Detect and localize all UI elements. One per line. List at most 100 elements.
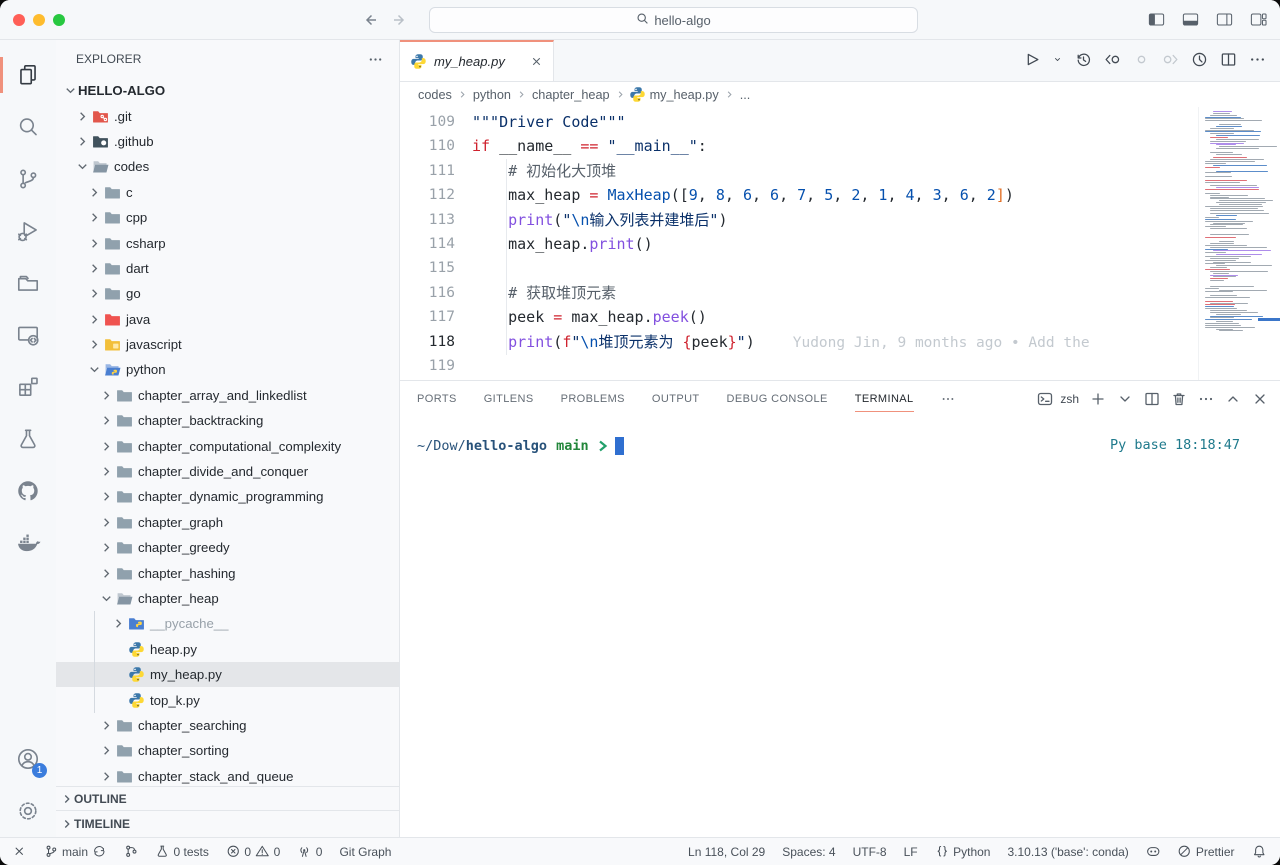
code-editor[interactable]: 109"""Driver Code"""110if __name__ == "_… (400, 107, 1280, 380)
panel-tabs-overflow-icon[interactable] (941, 392, 955, 406)
tree-item-my-heap-py[interactable]: my_heap.py (56, 662, 399, 687)
activity-bar-item-extensions[interactable] (0, 361, 56, 413)
trash-icon[interactable] (1171, 391, 1187, 407)
timeline-section[interactable]: TIMELINE (56, 810, 399, 837)
more-icon[interactable] (1198, 391, 1214, 407)
terminal-icon[interactable] (1037, 391, 1053, 407)
close-tab-icon[interactable] (530, 55, 543, 68)
code-line-112[interactable]: 112 max_heap = MaxHeap([9, 8, 6, 6, 7, 5… (400, 183, 1280, 207)
tree-item-javascript[interactable]: javascript (56, 332, 399, 357)
tree-item-chapter-heap[interactable]: chapter_heap (56, 586, 399, 611)
gitlens-change-icon[interactable] (1133, 51, 1150, 68)
code-line-118[interactable]: 118 print(f"\n堆顶元素为 {peek}")Yudong Jin, … (400, 330, 1280, 354)
tree-item-chapter-computational-complexity[interactable]: chapter_computational_complexity (56, 433, 399, 458)
tree-item-heap-py[interactable]: heap.py (56, 637, 399, 662)
activity-bar-item-run-debug[interactable] (0, 205, 56, 257)
activity-bar-item-project-manager[interactable] (0, 257, 56, 309)
status-item-problems[interactable]: 00 (226, 844, 280, 859)
panel-tab-problems[interactable]: PROBLEMS (561, 381, 625, 417)
breadcrumb-item[interactable]: chapter_heap (532, 88, 610, 102)
activity-bar-item-source-control[interactable] (0, 153, 56, 205)
layout-panel-icon[interactable] (1181, 10, 1200, 29)
panel-tab-gitlens[interactable]: GITLENS (484, 381, 534, 417)
activity-bar-item-search[interactable] (0, 101, 56, 153)
tree-item-chapter-dynamic-programming[interactable]: chapter_dynamic_programming (56, 484, 399, 509)
tree-item-python[interactable]: python (56, 357, 399, 382)
tree-item-go[interactable]: go (56, 281, 399, 306)
close-window-button[interactable] (13, 14, 25, 26)
tree-item--git[interactable]: .git (56, 103, 399, 128)
status-item-cursor-position[interactable]: Ln 118, Col 29 (688, 845, 765, 859)
close-panel-icon[interactable] (1252, 391, 1268, 407)
code-line-110[interactable]: 110if __name__ == "__main__": (400, 134, 1280, 158)
terminal[interactable]: ~/Dow/hello-algo main Py base 18:18:47 (400, 417, 1280, 837)
status-item-commit-graph[interactable] (124, 844, 139, 859)
tree-item-cpp[interactable]: cpp (56, 205, 399, 230)
activity-bar-item-docker[interactable] (0, 517, 56, 569)
file-history-icon[interactable] (1191, 51, 1208, 68)
breadcrumb-item[interactable]: ... (740, 88, 751, 102)
activity-bar-item-accounts[interactable]: 1 (0, 733, 56, 785)
explorer-more-actions-icon[interactable] (368, 52, 383, 67)
outline-section[interactable]: OUTLINE (56, 786, 399, 810)
tree-item-chapter-searching[interactable]: chapter_searching (56, 713, 399, 738)
code-line-114[interactable]: 114 max_heap.print() (400, 232, 1280, 256)
maximize-panel-icon[interactable] (1225, 391, 1241, 407)
status-item-prettier[interactable]: Prettier (1177, 844, 1234, 859)
tree-item-chapter-greedy[interactable]: chapter_greedy (56, 535, 399, 560)
command-center-search[interactable]: hello-algo (429, 7, 918, 33)
code-line-109[interactable]: 109"""Driver Code""" (400, 110, 1280, 134)
status-item-encoding[interactable]: UTF-8 (853, 845, 887, 859)
tree-item-top-k-py[interactable]: top_k.py (56, 687, 399, 712)
more-actions-icon[interactable] (1249, 51, 1266, 68)
layout-sidebar-right-icon[interactable] (1215, 10, 1234, 29)
status-item-indentation[interactable]: Spaces: 4 (782, 845, 835, 859)
layout-sidebar-left-icon[interactable] (1147, 10, 1166, 29)
layout-customize-icon[interactable] (1249, 10, 1268, 29)
code-line-115[interactable]: 115 (400, 256, 1280, 280)
run-dropdown-icon[interactable] (1052, 54, 1063, 65)
tree-item-chapter-array-and-linkedlist[interactable]: chapter_array_and_linkedlist (56, 383, 399, 408)
status-item-python-interpreter[interactable]: 3.10.13 ('base': conda) (1007, 845, 1128, 859)
tab-my-heap-py[interactable]: my_heap.py (400, 40, 554, 81)
code-line-117[interactable]: 117 peek = max_heap.peek() (400, 305, 1280, 329)
panel-tab-output[interactable]: OUTPUT (652, 381, 700, 417)
tree-item--github[interactable]: .github (56, 129, 399, 154)
status-item-language-mode[interactable]: Python (935, 844, 991, 859)
tree-item-chapter-stack-and-queue[interactable]: chapter_stack_and_queue (56, 764, 399, 786)
breadcrumb-item[interactable]: my_heap.py (650, 88, 719, 102)
status-item-copilot[interactable] (1146, 844, 1161, 859)
tree-item-chapter-sorting[interactable]: chapter_sorting (56, 738, 399, 763)
run-icon[interactable] (1023, 51, 1040, 68)
terminal-dropdown-icon[interactable] (1117, 391, 1133, 407)
status-item-remote[interactable] (12, 844, 27, 859)
tree-item-csharp[interactable]: csharp (56, 230, 399, 255)
code-line-119[interactable]: 119 (400, 354, 1280, 378)
status-item-eol[interactable]: LF (904, 845, 918, 859)
gitlens-next-change-icon[interactable] (1162, 51, 1179, 68)
code-line-111[interactable]: 111 # 初始化大顶堆 (400, 159, 1280, 183)
panel-tab-terminal[interactable]: TERMINAL (855, 381, 914, 417)
navigate-back-icon[interactable] (362, 12, 378, 28)
tree-item-chapter-graph[interactable]: chapter_graph (56, 510, 399, 535)
activity-bar-item-remote-explorer[interactable] (0, 309, 56, 361)
activity-bar-item-explorer[interactable] (0, 49, 56, 101)
tree-item-chapter-backtracking[interactable]: chapter_backtracking (56, 408, 399, 433)
code-line-113[interactable]: 113 print("\n输入列表并建堆后") (400, 208, 1280, 232)
status-item-ports[interactable]: 0 (297, 844, 322, 859)
tree-item-chapter-hashing[interactable]: chapter_hashing (56, 560, 399, 585)
new-terminal-icon[interactable] (1090, 391, 1106, 407)
tree-item--pycache-[interactable]: __pycache__ (56, 611, 399, 636)
status-item-git-graph[interactable]: Git Graph (339, 845, 391, 859)
panel-tab-debug-console[interactable]: DEBUG CONSOLE (727, 381, 828, 417)
status-item-branch[interactable]: main (44, 844, 107, 859)
code-line-116[interactable]: 116 # 获取堆顶元素 (400, 281, 1280, 305)
tree-item-codes[interactable]: codes (56, 154, 399, 179)
activity-bar-item-github[interactable] (0, 465, 56, 517)
breadcrumb-item[interactable]: python (473, 88, 511, 102)
minimize-window-button[interactable] (33, 14, 45, 26)
navigate-forward-icon[interactable] (392, 12, 408, 28)
tree-item-hello-algo[interactable]: HELLO-ALGO (56, 78, 399, 103)
zoom-window-button[interactable] (53, 14, 65, 26)
split-terminal-icon[interactable] (1144, 391, 1160, 407)
